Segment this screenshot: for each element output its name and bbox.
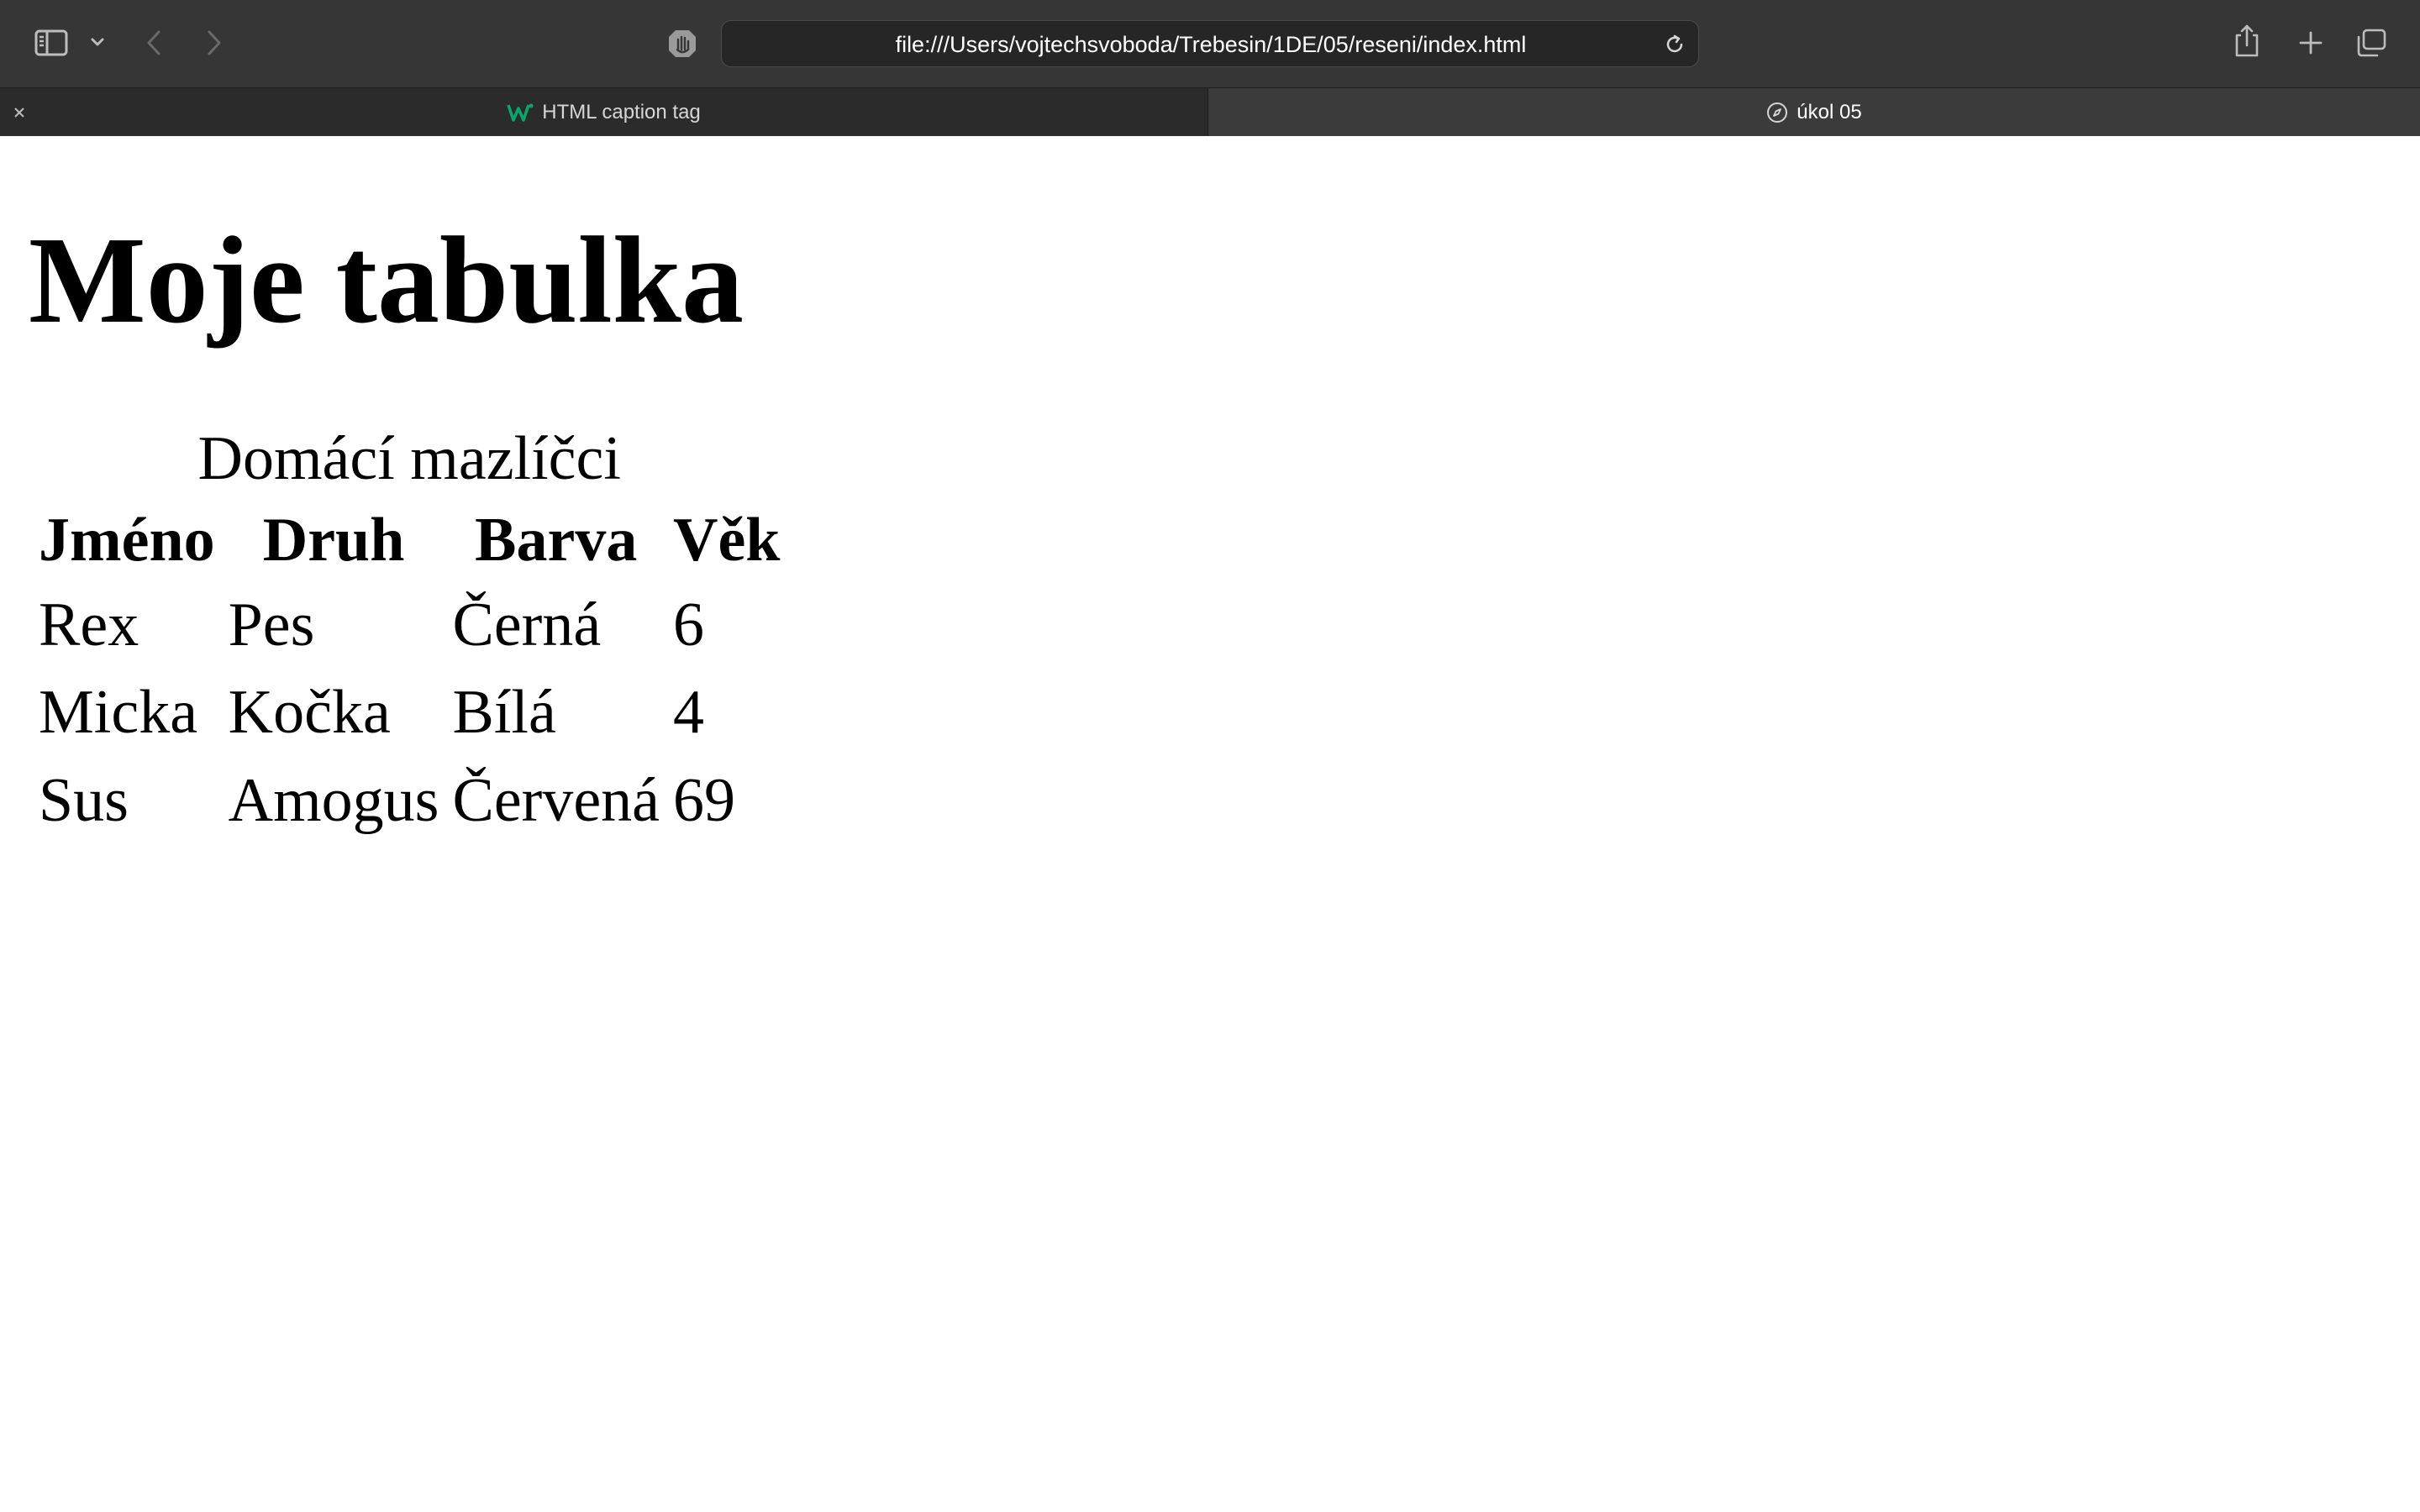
cell-name: Rex <box>39 590 139 659</box>
cell-species: Kočka <box>228 678 391 748</box>
url-text[interactable]: file:///Users/vojtechsvoboda/Trebesin/1D… <box>722 21 1700 68</box>
column-header-name: Jméno <box>39 505 215 575</box>
privacy-shield-icon[interactable] <box>664 25 701 62</box>
cell-color: Bílá <box>452 678 556 748</box>
table-header-row: Jméno Druh Barva Věk <box>34 501 785 580</box>
pets-table: Domácí mazlíčci Jméno Druh Barva Věk Rex… <box>30 422 788 847</box>
chevron-down-icon[interactable] <box>87 32 108 52</box>
cell-color: Červená <box>452 766 660 836</box>
column-header-color: Barva <box>475 505 638 575</box>
cell-age: 4 <box>673 678 705 748</box>
tab-label: úkol 05 <box>1797 101 1862 123</box>
table-row: Micka Kočka Bílá 4 <box>34 670 785 755</box>
sidebar-toggle-icon[interactable] <box>30 25 72 60</box>
close-tab-icon[interactable] <box>10 103 29 122</box>
compass-icon <box>1766 102 1788 123</box>
tab-label: HTML caption tag <box>542 101 701 123</box>
cell-species: Amogus <box>228 766 439 836</box>
cell-name: Sus <box>39 766 129 836</box>
share-icon[interactable] <box>2232 22 2262 60</box>
column-header-age: Věk <box>673 505 781 575</box>
cell-color: Černá <box>452 590 602 659</box>
table-caption: Domácí mazlíčci <box>197 424 621 493</box>
page-content: Moje tabulka Domácí mazlíčci Jméno Druh … <box>0 136 2420 1512</box>
page-title: Moje tabulka <box>29 212 744 349</box>
forward-arrow-icon[interactable] <box>200 25 229 60</box>
back-arrow-icon[interactable] <box>139 25 168 60</box>
w3schools-icon <box>507 102 534 123</box>
browser-toolbar: file:///Users/vojtechsvoboda/Trebesin/1D… <box>0 0 2420 87</box>
cell-name: Micka <box>39 678 198 748</box>
tab-html-caption-tag[interactable]: HTML caption tag <box>0 88 1208 137</box>
cell-age: 6 <box>673 590 705 659</box>
tab-ukol-05[interactable]: úkol 05 <box>1208 88 2420 137</box>
reload-icon[interactable] <box>1663 33 1686 56</box>
new-tab-plus-icon[interactable] <box>2294 25 2328 60</box>
column-header-species: Druh <box>262 505 405 575</box>
table-row: Rex Pes Černá 6 <box>34 583 785 668</box>
cell-age: 69 <box>673 766 736 836</box>
cell-species: Pes <box>228 590 315 659</box>
table-row: Sus Amogus Červená 69 <box>34 759 785 843</box>
tab-bar: HTML caption tag úkol 05 <box>0 87 2420 137</box>
tab-overview-icon[interactable] <box>2353 25 2390 60</box>
address-bar[interactable]: file:///Users/vojtechsvoboda/Trebesin/1D… <box>721 20 1699 67</box>
